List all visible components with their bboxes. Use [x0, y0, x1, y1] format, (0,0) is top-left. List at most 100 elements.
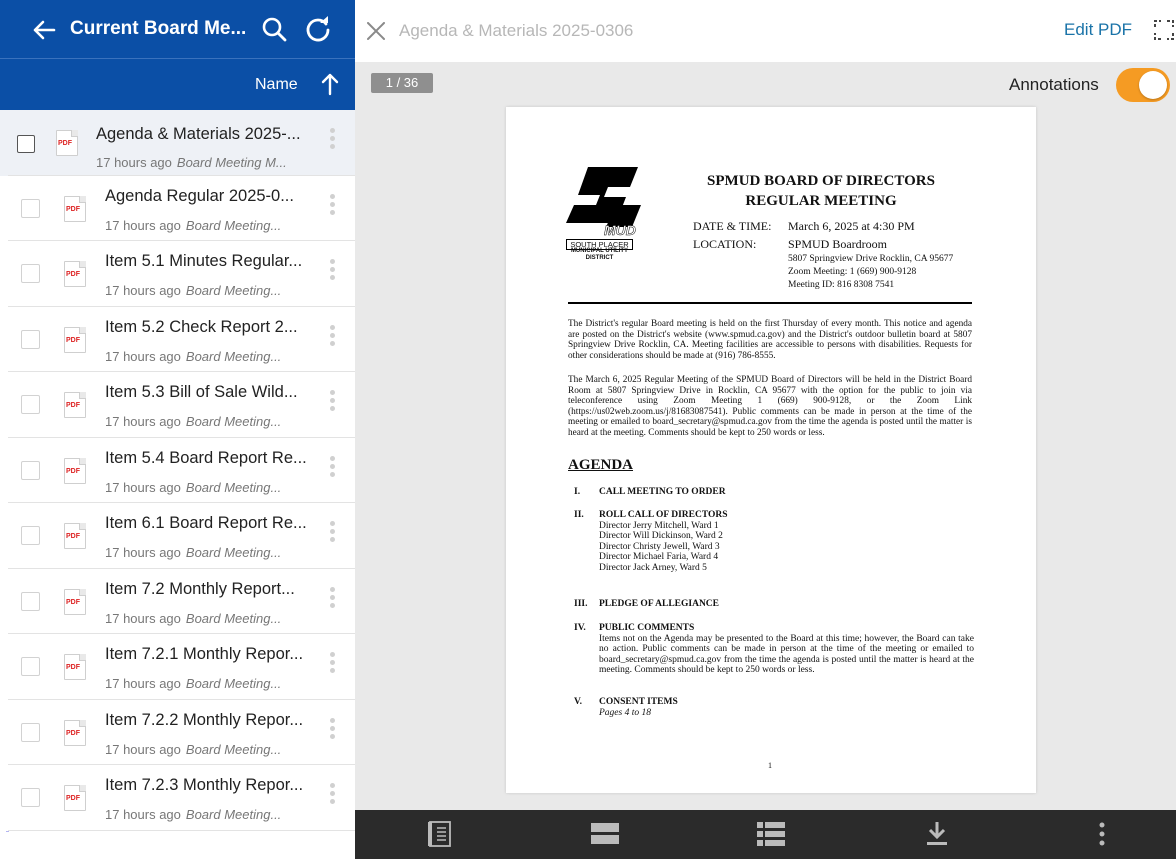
outline-icon[interactable]	[426, 820, 454, 848]
file-checkbox[interactable]	[21, 460, 40, 480]
toggle-knob	[1139, 71, 1167, 99]
agenda-item-note: Pages 4 to 18	[599, 707, 651, 718]
file-list-item[interactable]: PDF Item 7.2 Monthly Report... 17 hours ag…	[0, 568, 355, 634]
file-name: Item 5.1 Minutes Regular...	[105, 252, 303, 270]
pdf-file-icon: PDF	[64, 195, 86, 222]
file-checkbox[interactable]	[21, 722, 40, 742]
file-folder: Board Meeting...	[185, 676, 282, 691]
page-view-icon[interactable]	[591, 820, 619, 848]
file-folder: Board Meeting...	[185, 807, 282, 822]
more-options-icon[interactable]	[330, 128, 336, 156]
file-folder: Board Meeting...	[185, 217, 282, 233]
pdf-file-icon: PDF	[56, 130, 78, 156]
back-arrow-icon[interactable]	[30, 16, 58, 44]
file-list-item[interactable]: PDF Item 5.4 Board Report Re... 17 hours a…	[0, 437, 355, 503]
refresh-icon[interactable]	[304, 15, 332, 43]
more-options-icon[interactable]	[330, 259, 336, 287]
more-options-icon[interactable]	[330, 652, 336, 680]
agenda-item-number: IV.	[574, 623, 586, 633]
agenda-item-number: V.	[574, 697, 583, 707]
file-checkbox[interactable]	[21, 264, 40, 283]
location-value: SPMUD Boardroom	[788, 237, 888, 251]
file-age: 17 hours ago	[105, 741, 181, 757]
file-folder: Board Meeting...	[185, 610, 282, 626]
file-name: Agenda Regular 2025-0...	[105, 186, 294, 205]
file-folder: Board Meeting...	[185, 348, 282, 364]
more-vertical-icon[interactable]	[1088, 820, 1116, 848]
agenda-heading: AGENDA	[568, 457, 634, 473]
file-folder: Board Meeting M...	[176, 155, 287, 170]
file-folder: Board Meeting...	[185, 741, 282, 757]
meeting-id-line: Meeting ID: 816 8308 7541	[788, 280, 895, 290]
more-options-icon[interactable]	[330, 390, 336, 418]
file-list-item[interactable]: PDF Agenda Regular 2025-0... 17 hours ago B…	[0, 175, 355, 241]
sort-bar: Name	[0, 58, 355, 110]
meeting-title-line1: SPMUD BOARD OF DIRECTORS	[707, 173, 935, 189]
svg-text:MUD: MUD	[604, 222, 636, 238]
page-number: 1	[768, 761, 772, 770]
file-checkbox[interactable]	[17, 135, 35, 153]
more-options-icon[interactable]	[330, 521, 336, 549]
agenda-item-number: III.	[574, 599, 588, 609]
file-age: 17 hours ago	[105, 217, 181, 233]
sort-ascending-icon[interactable]	[321, 72, 339, 96]
file-folder: Board Meeting...	[185, 545, 282, 560]
file-list-item[interactable]: PDF Item 6.1 Board Report Re... 17 hours a…	[0, 503, 355, 569]
more-options-icon[interactable]	[330, 586, 336, 615]
more-options-icon[interactable]	[330, 324, 336, 353]
file-list-item[interactable]: PDF Item 5.3 Bill of Sale Wild... 17 hours…	[0, 372, 355, 438]
fullscreen-icon[interactable]	[1154, 20, 1174, 40]
agenda-item-title: CONSENT ITEMS	[599, 697, 678, 707]
file-folder: Board Meeting...	[185, 479, 282, 495]
agenda-item-body: Items not on the Agenda may be presented…	[599, 633, 974, 676]
agenda-item: III. PLEDGE OF ALLEGIANCE	[574, 599, 974, 610]
director-line: Director Jerry Mitchell, Ward 1	[599, 520, 719, 531]
divider	[568, 302, 972, 304]
file-list-item[interactable]: PDF Item 7.2.1 Monthly Repor... 17 hours a…	[0, 634, 355, 700]
file-checkbox[interactable]	[21, 329, 40, 349]
edit-pdf-button[interactable]: Edit PDF	[1064, 20, 1132, 40]
file-list-item[interactable]: PDF Item 7.2.2 Monthly Repor... 17 hours a…	[0, 699, 355, 765]
file-checkbox[interactable]	[21, 526, 40, 545]
document-title: Agenda & Materials 2025-0306	[399, 21, 634, 40]
more-options-icon[interactable]	[330, 783, 336, 811]
file-meta: 17 hours ago Board Meeting...	[105, 807, 281, 822]
file-list-item[interactable]: PDF Agenda & Materials 2025-... 17 hours a…	[0, 110, 355, 176]
file-list-item[interactable]: PDF Item 5.2 Check Report 2... 17 hours ag…	[0, 306, 355, 372]
pdf-file-icon: PDF	[64, 457, 86, 484]
file-name: Agenda & Materials 2025-...	[96, 125, 301, 143]
download-icon[interactable]	[923, 820, 951, 848]
director-line: Director Jack Arney, Ward 5	[599, 562, 707, 573]
agenda-item-title: ROLL CALL OF DIRECTORS	[599, 510, 728, 520]
meeting-paragraph: The March 6, 2025 Regular Meeting of the…	[568, 375, 972, 438]
logo-text-line2: MUNICIPAL UTILITY DISTRICT	[570, 248, 629, 261]
pdf-file-icon: PDF	[64, 654, 86, 680]
director-line: Director Will Dickinson, Ward 2	[599, 531, 723, 542]
sort-by-name-button[interactable]: Name	[255, 76, 298, 94]
file-checkbox[interactable]	[21, 395, 40, 414]
file-browser-pane: Current Board Me... Name PDF Agenda & Mat…	[0, 0, 355, 859]
agenda-item-number: II.	[574, 510, 584, 520]
file-age: 17 hours ago	[105, 348, 181, 364]
agenda-item-title: PLEDGE OF ALLEGIANCE	[599, 599, 720, 609]
close-icon[interactable]	[367, 22, 385, 40]
more-options-icon[interactable]	[330, 455, 336, 484]
pdf-page[interactable]: MUD SOUTH PLACER MUNICIPAL UTILITY DISTR…	[506, 107, 1036, 793]
file-checkbox[interactable]	[21, 591, 40, 611]
file-name: Item 7.2.2 Monthly Repor...	[105, 710, 304, 729]
file-list: PDF Agenda & Materials 2025-... 17 hours a…	[0, 110, 355, 831]
file-age: 17 hours ago	[105, 414, 181, 429]
list-view-icon[interactable]	[757, 820, 785, 848]
file-list-item[interactable]: PDF Item 5.1 Minutes Regular... 17 hours a…	[0, 241, 355, 307]
more-options-icon[interactable]	[330, 717, 336, 746]
file-checkbox[interactable]	[21, 198, 40, 218]
file-checkbox[interactable]	[21, 788, 40, 807]
pdf-file-icon: PDF	[64, 392, 86, 418]
file-age: 17 hours ago	[105, 676, 181, 691]
file-checkbox[interactable]	[21, 657, 40, 676]
annotations-toggle[interactable]	[1116, 68, 1170, 102]
agenda-item-title: PUBLIC COMMENTS	[599, 623, 695, 633]
more-options-icon[interactable]	[330, 193, 336, 222]
search-icon[interactable]	[260, 15, 288, 43]
file-list-item[interactable]: PDF Item 7.2.3 Monthly Repor... 17 hours a…	[0, 765, 355, 831]
